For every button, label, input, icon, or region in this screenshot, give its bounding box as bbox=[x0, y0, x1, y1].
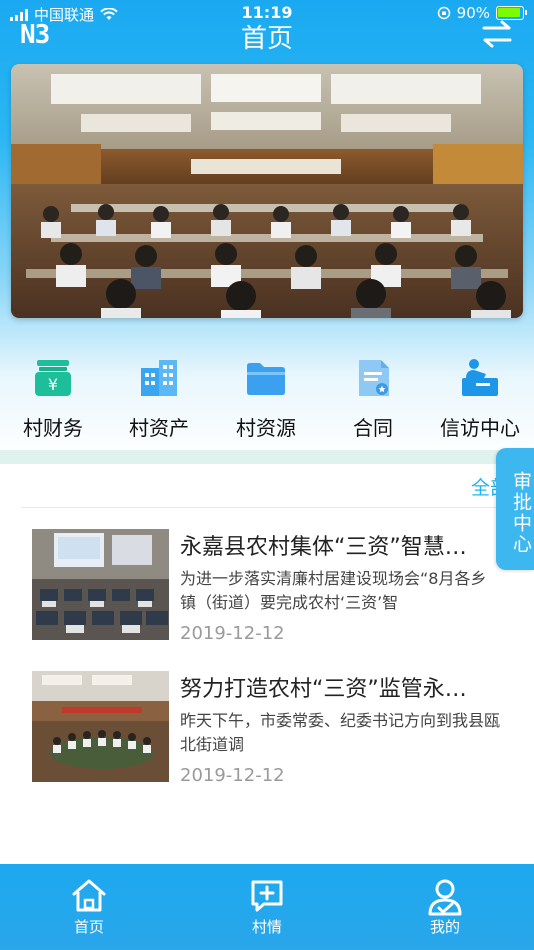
svg-text:¥: ¥ bbox=[48, 375, 58, 394]
chat-plus-icon bbox=[251, 880, 283, 912]
category-petition-center[interactable]: 信访中心 bbox=[427, 356, 533, 441]
swap-icon[interactable] bbox=[482, 20, 512, 48]
news-date: 2019-12-12 bbox=[180, 623, 285, 644]
news-item[interactable]: 努力打造农村“三资”监管永… 昨天下午，市委常委、纪委书记方向到我县瓯北街道调 … bbox=[32, 671, 512, 786]
banner-image[interactable] bbox=[11, 64, 523, 318]
tab-label: 村情 bbox=[251, 918, 282, 936]
tab-home[interactable]: 首页 bbox=[29, 864, 149, 937]
news-summary: 昨天下午，市委常委、纪委书记方向到我县瓯北街道调 bbox=[180, 711, 500, 754]
category-village-assets[interactable]: 村资产 bbox=[106, 356, 212, 441]
category-label: 村资产 bbox=[129, 416, 189, 440]
news-title: 永嘉县农村集体“三资”智慧… bbox=[180, 535, 467, 560]
news-item[interactable]: 永嘉县农村集体“三资”智慧… 为进一步落实清廉村居建设现场会“8月各乡镇（街道）… bbox=[32, 529, 512, 644]
petition-icon bbox=[462, 359, 498, 396]
contract-icon bbox=[359, 360, 389, 396]
nav-bar: N3 首页 bbox=[0, 14, 534, 54]
category-village-finance[interactable]: ¥ 村财务 bbox=[0, 356, 106, 441]
category-label: 信访中心 bbox=[440, 416, 520, 440]
news-date: 2019-12-12 bbox=[180, 765, 285, 786]
category-grid: ¥ 村财务 村资产 村资源 合同 信访中心 bbox=[0, 356, 534, 446]
news-title: 努力打造农村“三资”监管永… bbox=[180, 677, 467, 702]
category-village-resources[interactable]: 村资源 bbox=[213, 356, 319, 441]
category-contracts[interactable]: 合同 bbox=[320, 356, 426, 441]
category-label: 村资源 bbox=[236, 416, 296, 440]
list-divider bbox=[22, 507, 512, 508]
user-icon bbox=[428, 879, 462, 916]
home-icon bbox=[72, 879, 106, 912]
news-thumbnail bbox=[32, 671, 169, 782]
tab-profile[interactable]: 我的 bbox=[385, 864, 505, 937]
tab-label: 我的 bbox=[429, 918, 460, 936]
building-icon bbox=[141, 360, 177, 396]
page-title: 首页 bbox=[240, 24, 293, 54]
category-label: 村财务 bbox=[23, 416, 83, 440]
tab-village-info[interactable]: 村情 bbox=[207, 864, 327, 937]
conference-photo bbox=[11, 64, 523, 318]
category-label: 合同 bbox=[353, 416, 393, 440]
news-thumbnail bbox=[32, 529, 169, 640]
section-divider bbox=[0, 450, 534, 464]
tab-label: 首页 bbox=[73, 918, 104, 936]
money-stack-icon: ¥ bbox=[35, 360, 71, 396]
bottom-tab-bar: 首页 村情 我的 bbox=[0, 864, 534, 950]
folder-icon bbox=[247, 363, 285, 395]
news-summary: 为进一步落实清廉村居建设现场会“8月各乡镇（街道）要完成农村‘三资’智 bbox=[180, 569, 487, 612]
